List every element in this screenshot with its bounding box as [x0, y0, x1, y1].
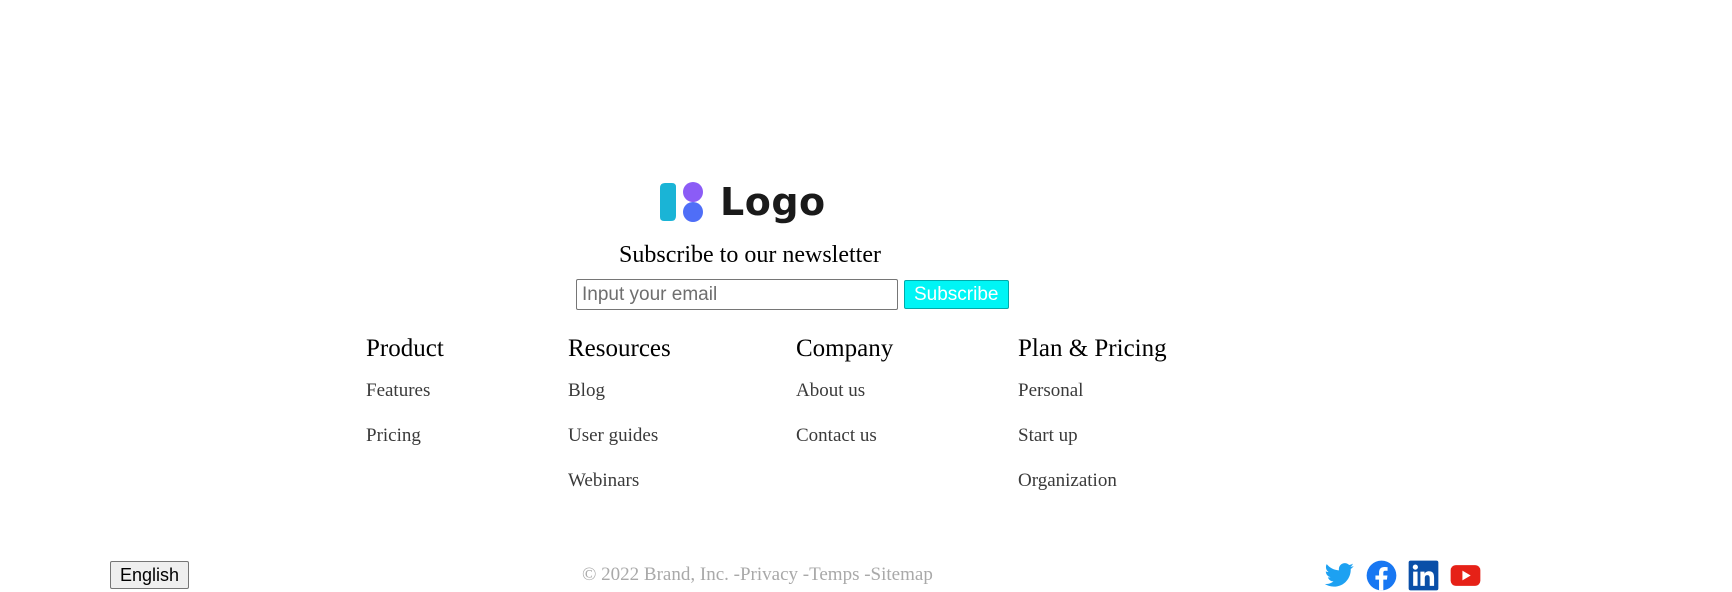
copyright-text: © 2022 Brand, Inc. — [582, 564, 729, 585]
column-resources: Resources Blog User guides Webinars — [568, 333, 671, 514]
subscribe-form: Subscribe — [576, 279, 1009, 310]
link-user-guides[interactable]: User guides — [568, 424, 671, 448]
twitter-link[interactable] — [1324, 560, 1355, 591]
terms-link[interactable]: -Temps — [803, 564, 860, 585]
footer-page: Logo Subscribe to our newsletter Subscri… — [0, 0, 1732, 592]
twitter-icon — [1324, 562, 1354, 587]
column-title: Plan & Pricing — [1018, 335, 1167, 362]
link-organization[interactable]: Organization — [1018, 469, 1167, 493]
link-start-up[interactable]: Start up — [1018, 424, 1167, 448]
column-title: Company — [796, 335, 894, 362]
column-title: Product — [366, 335, 444, 362]
copyright: © 2022 Brand, Inc. -Privacy -Temps -Site… — [582, 564, 933, 586]
linkedin-link[interactable] — [1408, 560, 1439, 591]
column-plan-pricing: Plan & Pricing Personal Start up Organiz… — [1018, 333, 1167, 514]
language-button[interactable]: English — [110, 561, 190, 589]
link-features[interactable]: Features — [366, 379, 444, 403]
footer-bar: English © 2022 Brand, Inc. -Privacy -Tem… — [0, 558, 1732, 592]
logo-text: Logo — [720, 180, 826, 224]
privacy-link[interactable]: -Privacy — [734, 564, 798, 585]
youtube-link[interactable] — [1450, 560, 1481, 591]
column-title: Resources — [568, 335, 671, 362]
link-pricing[interactable]: Pricing — [366, 424, 444, 448]
link-webinars[interactable]: Webinars — [568, 469, 671, 493]
link-about-us[interactable]: About us — [796, 379, 893, 403]
facebook-link[interactable] — [1366, 560, 1397, 591]
youtube-icon — [1450, 564, 1481, 586]
logo[interactable]: Logo — [656, 178, 826, 226]
subscribe-button[interactable]: Subscribe — [904, 280, 1009, 309]
social-links — [1324, 558, 1481, 592]
link-personal[interactable]: Personal — [1018, 379, 1167, 403]
link-blog[interactable]: Blog — [568, 379, 671, 403]
linkedin-icon — [1408, 560, 1439, 590]
column-product: Product Features Pricing — [366, 333, 444, 469]
email-input[interactable] — [576, 279, 898, 310]
column-company: Company About us Contact us — [796, 333, 893, 469]
newsletter-title: Subscribe to our newsletter — [619, 242, 881, 268]
link-contact-us[interactable]: Contact us — [796, 424, 893, 448]
logo-mark-icon — [660, 182, 703, 222]
facebook-icon — [1366, 560, 1397, 590]
sitemap-link[interactable]: -Sitemap — [864, 564, 933, 585]
